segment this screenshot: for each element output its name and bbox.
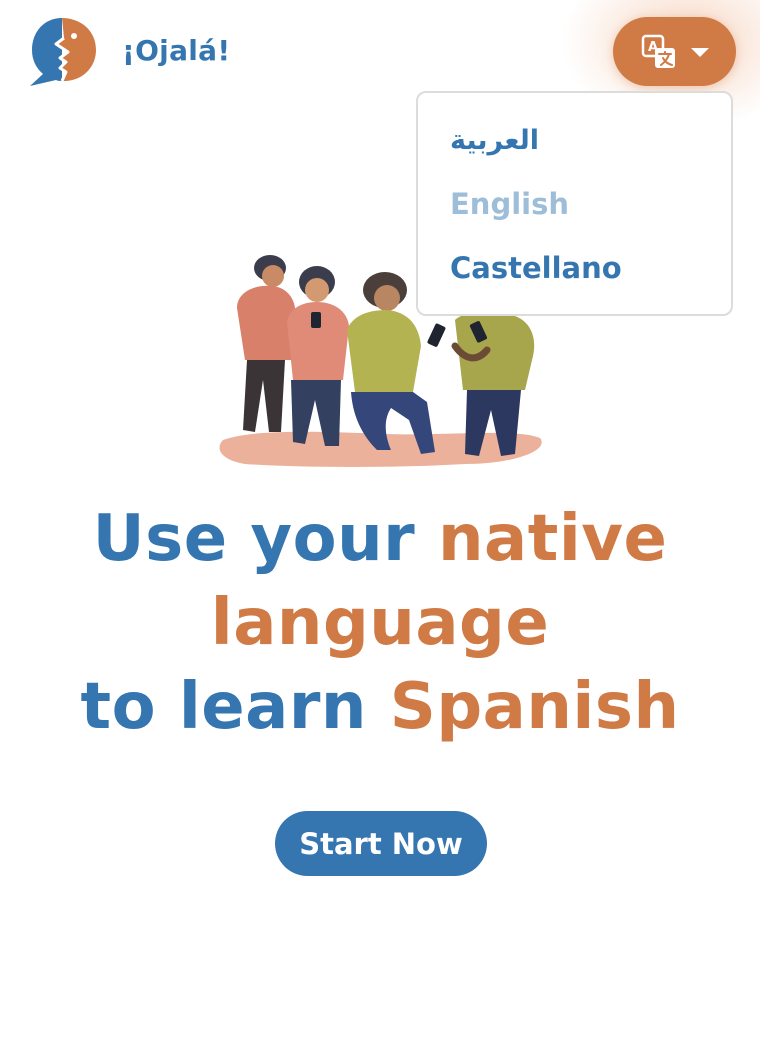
language-option-castellano[interactable]: Castellano — [450, 251, 622, 285]
language-option-english[interactable]: English — [450, 187, 569, 221]
caret-down-icon — [690, 48, 709, 57]
headline-blue-3: to learn — [80, 670, 390, 744]
headline-orange-2: language — [210, 586, 550, 660]
headline-orange-3: Spanish — [389, 670, 680, 744]
hero-headline: Use your native language to learn Spanis… — [0, 497, 760, 749]
start-now-button[interactable]: Start Now — [275, 811, 487, 876]
brand-name: ¡Ojalá! — [122, 34, 231, 67]
language-selector-button[interactable]: A — [613, 17, 736, 86]
headline-blue-1: Use your — [92, 502, 438, 576]
language-option-arabic[interactable]: العربية — [450, 125, 539, 156]
logo-icon — [30, 18, 96, 86]
language-menu: العربية English Castellano — [416, 91, 733, 316]
translate-icon: A — [641, 34, 675, 68]
headline-orange-1: native — [437, 502, 668, 576]
